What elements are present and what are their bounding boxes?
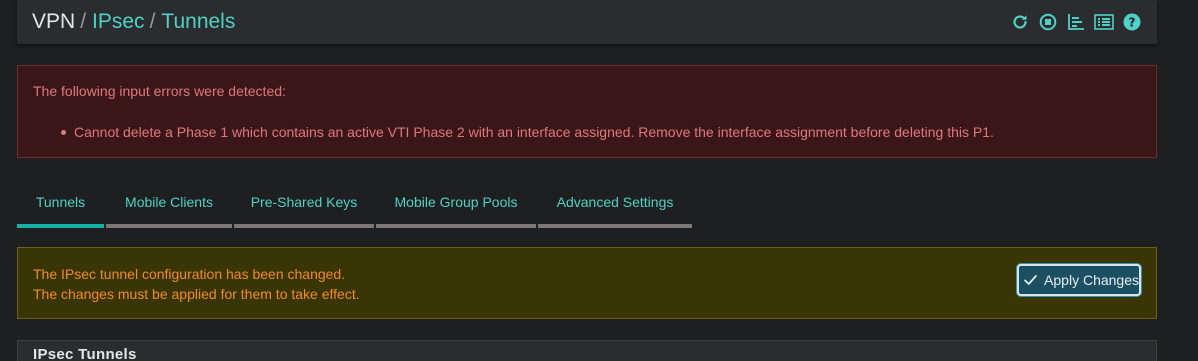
tab-tunnels[interactable]: Tunnels [17, 180, 104, 228]
breadcrumb-tunnels-link[interactable]: Tunnels [161, 10, 235, 33]
input-errors-title: The following input errors were detected… [33, 83, 286, 99]
breadcrumb-ipsec-link[interactable]: IPsec [92, 10, 145, 33]
reload-icon[interactable] [1009, 12, 1031, 32]
ipsec-tabs: Tunnels Mobile Clients Pre-Shared Keys M… [17, 180, 692, 228]
tab-mobile-clients[interactable]: Mobile Clients [106, 180, 232, 228]
page: VPN / IPsec / Tunnels ? The following in… [0, 0, 1198, 361]
tab-advanced-settings[interactable]: Advanced Settings [538, 180, 692, 228]
error-list-bullet [61, 130, 66, 135]
help-icon[interactable]: ? [1121, 12, 1143, 32]
apply-changes-button[interactable]: Apply Changes [1017, 264, 1141, 296]
error-list-item: Cannot delete a Phase 1 which contains a… [74, 124, 994, 140]
tab-label: Mobile Group Pools [394, 194, 518, 210]
tab-mobile-group-pools[interactable]: Mobile Group Pools [376, 180, 536, 228]
input-errors-alert: The following input errors were detected… [17, 65, 1157, 158]
header-icons: ? [1009, 12, 1143, 32]
breadcrumb: VPN / IPsec / Tunnels [32, 9, 235, 35]
apply-required-message: The changes must be applied for them to … [33, 286, 360, 302]
status-graph-icon[interactable] [1065, 12, 1087, 32]
tab-label: Pre-Shared Keys [250, 194, 358, 210]
tab-label: Tunnels [35, 194, 86, 210]
tab-label: Advanced Settings [556, 194, 674, 210]
svg-text:?: ? [1129, 16, 1136, 30]
breadcrumb-separator: / [80, 10, 87, 33]
stop-service-icon[interactable] [1037, 12, 1059, 32]
tab-pre-shared-keys[interactable]: Pre-Shared Keys [234, 180, 374, 228]
check-icon [1024, 275, 1037, 285]
log-list-icon[interactable] [1093, 12, 1115, 32]
breadcrumb-vpn: VPN [32, 10, 76, 33]
config-changed-message: The IPsec tunnel configuration has been … [33, 266, 346, 282]
apply-changes-label: Apply Changes [1044, 272, 1139, 288]
tab-label: Mobile Clients [125, 194, 213, 210]
page-header: VPN / IPsec / Tunnels ? [17, 0, 1157, 44]
panel-title: IPsec Tunnels [33, 346, 137, 361]
breadcrumb-separator: / [149, 10, 156, 33]
ipsec-tunnels-panel: IPsec Tunnels [17, 340, 1157, 361]
config-changed-alert: The IPsec tunnel configuration has been … [17, 247, 1157, 319]
